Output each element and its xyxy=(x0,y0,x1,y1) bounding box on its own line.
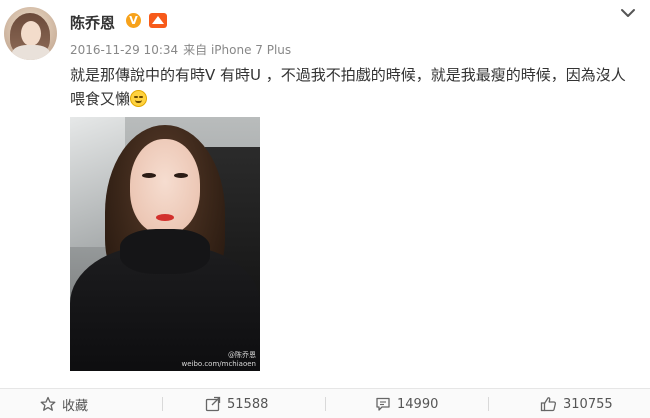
comment-icon xyxy=(376,397,390,411)
action-bar: 收藏 51588 14990 310755 xyxy=(0,388,650,418)
photo-left-eye xyxy=(142,173,156,178)
like-count: 310755 xyxy=(563,396,613,412)
post-source[interactable]: 来自 iPhone 7 Plus xyxy=(183,43,291,57)
username[interactable]: 陈乔恩 xyxy=(70,12,115,33)
photo-lips xyxy=(156,214,174,221)
verified-badge-icon[interactable]: V xyxy=(126,13,141,28)
chevron-down-icon[interactable] xyxy=(619,6,637,20)
laughing-sweat-emoji-icon xyxy=(130,90,148,107)
post-text: 就是那傳說中的有時V 有時U ，不過我不拍戲的時候，就是我最瘦的時候，因為沒人喂… xyxy=(70,63,635,111)
divider xyxy=(325,397,326,411)
watermark-url: weibo.com/mchiaoen xyxy=(181,360,256,368)
thumbs-up-icon xyxy=(540,397,557,412)
watermark-handle: @陈乔恩 xyxy=(228,351,256,359)
weibo-post-card: 陈乔恩 V 2016-11-29 10:34 来自 iPhone 7 Plus 就… xyxy=(0,0,650,418)
avatar-dress xyxy=(12,45,50,60)
post-meta: 2016-11-29 10:34 来自 iPhone 7 Plus xyxy=(70,41,296,58)
comment-button[interactable]: 14990 xyxy=(375,389,438,418)
post-timestamp[interactable]: 2016-11-29 10:34 xyxy=(70,43,178,57)
avatar[interactable] xyxy=(4,7,57,60)
photo-right-eye xyxy=(174,173,188,178)
share-arrow-icon xyxy=(205,396,221,412)
favorite-label: 收藏 xyxy=(62,398,89,414)
image-watermark: @陈乔恩 weibo.com/mchiaoen xyxy=(70,351,256,369)
comment-count: 14990 xyxy=(397,396,439,412)
photo-scarf xyxy=(120,229,210,274)
divider xyxy=(488,397,489,411)
repost-button[interactable]: 51588 xyxy=(205,389,268,418)
post-text-body: 就是那傳說中的有時V 有時U ，不過我不拍戲的時候，就是我最瘦的時候，因為沒人喂… xyxy=(70,66,626,108)
avatar-face xyxy=(21,21,41,46)
favorite-button[interactable]: 收藏 xyxy=(40,389,88,418)
post-image[interactable]: @陈乔恩 weibo.com/mchiaoen xyxy=(70,117,260,371)
divider xyxy=(162,397,163,411)
star-icon xyxy=(40,396,56,411)
repost-count: 51588 xyxy=(227,396,269,412)
member-crown-icon[interactable] xyxy=(149,13,167,28)
like-button[interactable]: 310755 xyxy=(540,389,613,418)
